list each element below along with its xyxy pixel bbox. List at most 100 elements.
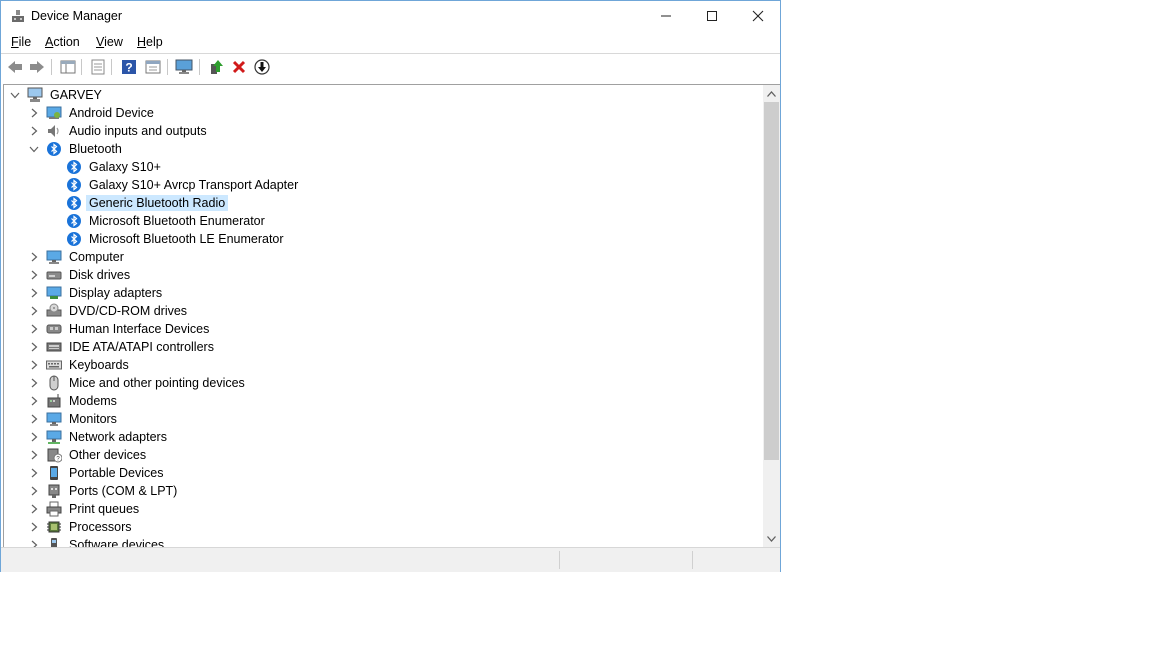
vertical-scrollbar[interactable] — [763, 85, 780, 547]
scroll-down-arrow[interactable] — [763, 530, 780, 547]
back-button[interactable] — [6, 58, 24, 76]
toolbar-separator — [199, 59, 200, 75]
tree-item-label: Ports (COM & LPT) — [69, 484, 178, 498]
scrollbar-thumb[interactable] — [764, 102, 779, 460]
properties-icon — [91, 59, 105, 75]
chevron-right-icon[interactable] — [28, 356, 40, 374]
chevron-right-icon[interactable] — [28, 374, 40, 392]
menu-file[interactable]: File — [11, 35, 31, 49]
scan-hardware-button[interactable] — [175, 58, 193, 76]
title-bar[interactable]: Device Manager — [1, 1, 780, 31]
tree-item-label: Software devices — [69, 538, 165, 547]
chevron-right-icon[interactable] — [28, 320, 40, 338]
minimize-button[interactable] — [643, 1, 689, 31]
tree-device-item[interactable]: Galaxy S10+ — [66, 158, 164, 176]
forward-button[interactable] — [28, 58, 46, 76]
chevron-right-icon[interactable] — [28, 446, 40, 464]
toolbar: ? — [1, 53, 780, 80]
tree-category-disk-drives[interactable]: Disk drives — [28, 266, 133, 284]
tree-category-print-queues[interactable]: Print queues — [28, 500, 142, 518]
scroll-up-arrow[interactable] — [763, 85, 780, 102]
maximize-button[interactable] — [689, 1, 735, 31]
bluetooth-icon — [46, 141, 62, 157]
menu-view[interactable]: View — [96, 35, 123, 49]
device-manager-window: Device Manager File Action View Help ? G… — [0, 0, 781, 572]
status-bar — [1, 547, 780, 572]
close-button[interactable] — [735, 1, 781, 31]
disable-device-button[interactable] — [253, 58, 271, 76]
chevron-down-icon[interactable] — [9, 86, 21, 104]
tree-root[interactable]: GARVEY — [9, 86, 105, 104]
tree-item-label: Modems — [69, 394, 117, 408]
view-button[interactable] — [144, 58, 162, 76]
chevron-right-icon[interactable] — [28, 536, 40, 547]
chevron-down-icon[interactable] — [28, 140, 40, 158]
tree-device-item[interactable]: Generic Bluetooth Radio — [66, 194, 229, 212]
chevron-up-icon — [767, 90, 776, 97]
tree-item-label: Generic Bluetooth Radio — [86, 195, 229, 211]
chevron-right-icon[interactable] — [28, 302, 40, 320]
tree-category-mice-and-other-pointing-devices[interactable]: Mice and other pointing devices — [28, 374, 248, 392]
chevron-right-icon[interactable] — [28, 482, 40, 500]
tree-category-dvd-cd-rom-drives[interactable]: DVD/CD-ROM drives — [28, 302, 190, 320]
help-button[interactable]: ? — [120, 58, 138, 76]
chevron-right-icon[interactable] — [28, 428, 40, 446]
status-divider — [559, 551, 560, 569]
tree-category-network-adapters[interactable]: Network adapters — [28, 428, 170, 446]
tree-category-portable-devices[interactable]: Portable Devices — [28, 464, 167, 482]
chevron-right-icon[interactable] — [28, 266, 40, 284]
tree-item-label: Galaxy S10+ — [89, 160, 161, 174]
tree-category-android-device[interactable]: Android Device — [28, 104, 157, 122]
tree-category-ide-ata-atapi-controllers[interactable]: IDE ATA/ATAPI controllers — [28, 338, 217, 356]
ide-controller-icon — [46, 339, 62, 355]
chevron-right-icon[interactable] — [28, 248, 40, 266]
tree-category-audio-inputs-and-outputs[interactable]: Audio inputs and outputs — [28, 122, 210, 140]
chevron-right-icon[interactable] — [28, 338, 40, 356]
chevron-right-icon[interactable] — [28, 410, 40, 428]
computer-icon — [46, 249, 62, 265]
tree-item-label: Processors — [69, 520, 132, 534]
bluetooth-icon — [66, 213, 82, 229]
dvd-drive-icon — [46, 303, 62, 319]
tree-category-computer[interactable]: Computer — [28, 248, 127, 266]
tree-device-item[interactable]: Galaxy S10+ Avrcp Transport Adapter — [66, 176, 301, 194]
tree-category-bluetooth[interactable]: Bluetooth — [28, 140, 125, 158]
show-hide-tree-button[interactable] — [59, 58, 77, 76]
tree-category-processors[interactable]: Processors — [28, 518, 135, 536]
menu-help[interactable]: Help — [137, 35, 163, 49]
menu-action[interactable]: Action — [45, 35, 80, 49]
tree-category-display-adapters[interactable]: Display adapters — [28, 284, 165, 302]
status-divider — [692, 551, 693, 569]
tree-category-human-interface-devices[interactable]: Human Interface Devices — [28, 320, 212, 338]
chevron-right-icon[interactable] — [28, 464, 40, 482]
update-driver-icon — [211, 60, 223, 74]
tree-item-label: GARVEY — [50, 88, 102, 102]
device-tree[interactable]: GARVEY Android Device Audio inputs and out… — [3, 84, 780, 547]
tree-category-monitors[interactable]: Monitors — [28, 410, 120, 428]
other-devices-icon: ? — [46, 447, 62, 463]
chevron-right-icon[interactable] — [28, 284, 40, 302]
tree-device-item[interactable]: Microsoft Bluetooth Enumerator — [66, 212, 268, 230]
chevron-right-icon[interactable] — [28, 518, 40, 536]
uninstall-icon — [232, 60, 246, 74]
chevron-right-icon[interactable] — [28, 500, 40, 518]
tree-item-label: Bluetooth — [69, 142, 122, 156]
tree-category-keyboards[interactable]: Keyboards — [28, 356, 132, 374]
bluetooth-icon — [66, 231, 82, 247]
uninstall-device-button[interactable] — [230, 58, 248, 76]
tree-item-label: Audio inputs and outputs — [69, 124, 207, 138]
tree-category-ports-com-lpt[interactable]: Ports (COM & LPT) — [28, 482, 180, 500]
tree-category-other-devices[interactable]: ? Other devices — [28, 446, 149, 464]
tree-item-label: Other devices — [69, 448, 147, 462]
processor-icon — [46, 519, 62, 535]
update-driver-button[interactable] — [207, 58, 225, 76]
chevron-right-icon[interactable] — [28, 392, 40, 410]
window-title: Device Manager — [31, 9, 123, 23]
chevron-right-icon[interactable] — [28, 122, 40, 140]
tree-item-label: Mice and other pointing devices — [69, 376, 245, 390]
tree-category-modems[interactable]: Modems — [28, 392, 120, 410]
tree-category-software-devices[interactable]: Software devices — [28, 536, 167, 547]
tree-device-item[interactable]: Microsoft Bluetooth LE Enumerator — [66, 230, 287, 248]
chevron-right-icon[interactable] — [28, 104, 40, 122]
properties-button[interactable] — [89, 58, 107, 76]
